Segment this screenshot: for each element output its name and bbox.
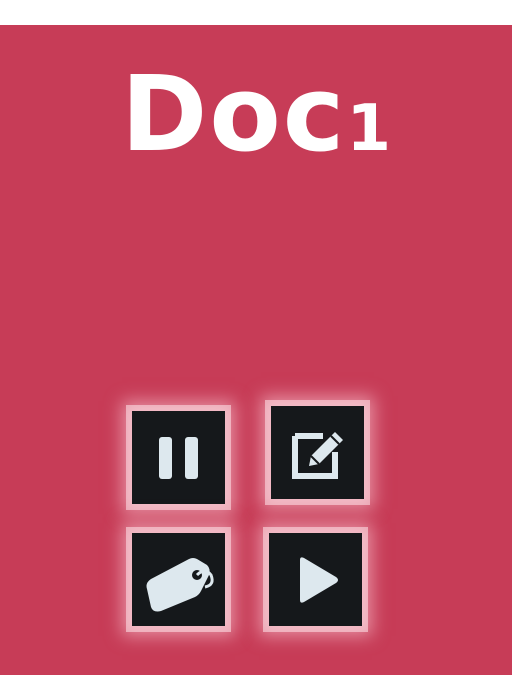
play-button[interactable]	[269, 533, 362, 626]
play-icon	[299, 556, 338, 603]
pause-icon	[158, 436, 198, 479]
tag-button[interactable]	[132, 533, 225, 626]
tag-icon	[146, 557, 214, 611]
document-title: Doc1	[0, 44, 512, 199]
edit-button[interactable]	[271, 406, 364, 499]
top-strip	[0, 0, 512, 25]
edit-icon	[291, 431, 343, 479]
pause-button[interactable]	[132, 411, 225, 504]
document-title-number: 1	[346, 92, 391, 166]
document-title-word: Doc	[121, 53, 347, 175]
